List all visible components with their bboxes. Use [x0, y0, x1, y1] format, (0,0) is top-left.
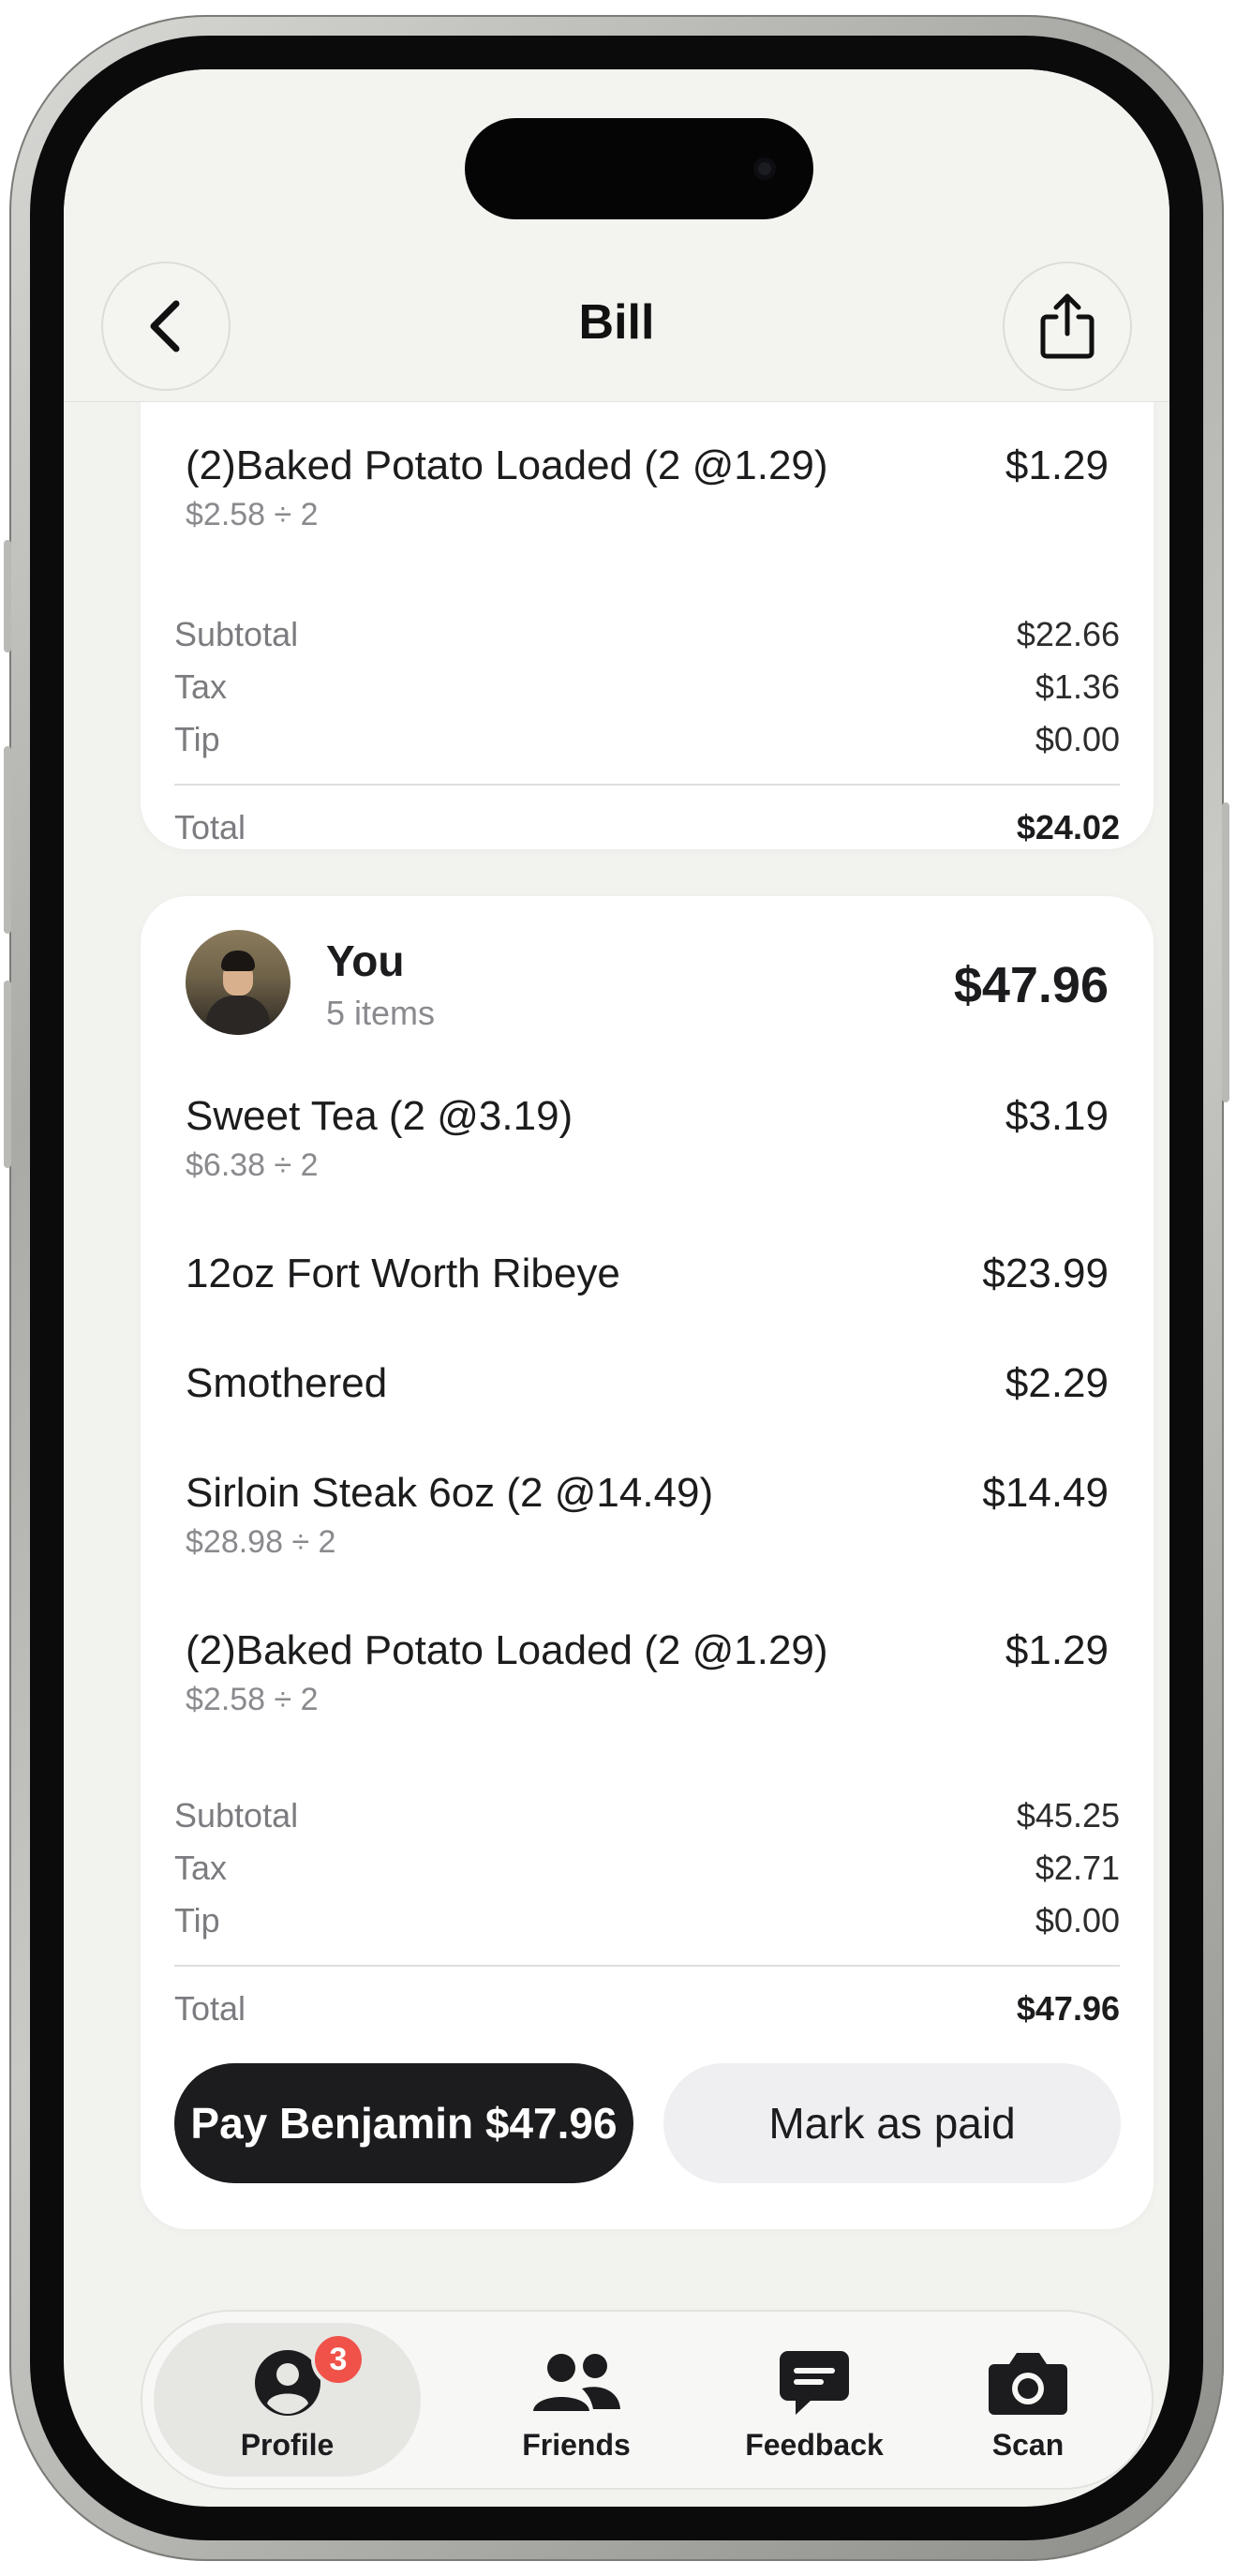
tab-friends[interactable]: Friends — [459, 2323, 693, 2477]
mark-as-paid-button[interactable]: Mark as paid — [663, 2063, 1121, 2183]
item-price: $1.29 — [1005, 1627, 1109, 1673]
volume-down-button — [4, 981, 11, 1168]
item-count: 5 items — [326, 994, 436, 1032]
tab-label: Profile — [240, 2428, 335, 2462]
subtotal-row: Subtotal $45.25 — [174, 1796, 1120, 1835]
subtotal-row: Subtotal $22.66 — [174, 615, 1120, 653]
item-split: $28.98 ÷ 2 — [186, 1524, 336, 1560]
tab-scan[interactable]: Scan — [911, 2323, 1145, 2477]
tip-row: Tip $0.00 — [174, 720, 1120, 758]
list-item[interactable]: Smothered $2.29 — [186, 1360, 1109, 1407]
avatar — [186, 930, 290, 1035]
tab-profile[interactable]: Profile 3 — [154, 2323, 421, 2477]
item-name: (2)Baked Potato Loaded (2 @1.29) — [186, 442, 828, 488]
divider — [174, 784, 1120, 786]
list-item[interactable]: Sweet Tea (2 @3.19) $3.19 $6.38 ÷ 2 — [186, 1093, 1109, 1184]
tab-feedback[interactable]: Feedback — [697, 2323, 931, 2477]
bezel: Bill (2)Baked Potato Loaded (2 @1.29) $1… — [30, 36, 1203, 2540]
tab-label: Friends — [522, 2428, 631, 2462]
divider — [174, 1965, 1120, 1967]
item-price: $2.29 — [1005, 1360, 1109, 1406]
notification-badge: 3 — [311, 2332, 365, 2387]
camera-lens-icon — [753, 157, 776, 180]
total-row: Total $47.96 — [174, 1989, 1120, 2028]
people-icon — [533, 2354, 620, 2411]
volume-up-button — [4, 746, 11, 934]
tab-bar: Profile 3 Friends Feedback Scan — [141, 2310, 1154, 2490]
person-bill-card: (2)Baked Potato Loaded (2 @1.29) $1.29 $… — [141, 351, 1154, 849]
total-row: Total $24.02 — [174, 808, 1120, 846]
tax-row: Tax $1.36 — [174, 667, 1120, 706]
message-icon — [780, 2351, 849, 2415]
item-price: $3.19 — [1005, 1093, 1109, 1139]
tax-row: Tax $2.71 — [174, 1849, 1120, 1887]
list-item[interactable]: (2)Baked Potato Loaded (2 @1.29) $1.29 $… — [186, 1627, 1109, 1718]
share-icon — [1040, 293, 1095, 359]
item-name: (2)Baked Potato Loaded (2 @1.29) — [186, 1627, 828, 1673]
tab-label: Scan — [991, 2428, 1065, 2462]
screen: Bill (2)Baked Potato Loaded (2 @1.29) $1… — [64, 69, 1169, 2507]
camera-icon — [989, 2353, 1067, 2415]
power-button — [1222, 802, 1229, 1102]
pay-button[interactable]: Pay Benjamin $47.96 — [174, 2063, 633, 2183]
person-name: You — [326, 936, 405, 985]
item-split: $2.58 ÷ 2 — [186, 497, 319, 532]
dynamic-island — [465, 118, 813, 219]
item-price: $1.29 — [1005, 442, 1109, 488]
item-name: Smothered — [186, 1360, 388, 1406]
action-button — [4, 540, 11, 652]
item-price: $14.49 — [982, 1470, 1109, 1516]
list-item[interactable]: Sirloin Steak 6oz (2 @14.49) $14.49 $28.… — [186, 1470, 1109, 1561]
list-item[interactable]: (2)Baked Potato Loaded (2 @1.29) $1.29 $… — [186, 442, 1109, 533]
item-split: $2.58 ÷ 2 — [186, 1682, 319, 1717]
item-name: 12oz Fort Worth Ribeye — [186, 1251, 620, 1296]
list-item[interactable]: 12oz Fort Worth Ribeye $23.99 — [186, 1251, 1109, 1297]
person-amount: $47.96 — [953, 957, 1109, 1013]
item-name: Sirloin Steak 6oz (2 @14.49) — [186, 1470, 714, 1516]
item-price: $23.99 — [982, 1251, 1109, 1296]
phone-frame: Bill (2)Baked Potato Loaded (2 @1.29) $1… — [4, 15, 1229, 2561]
tip-row: Tip $0.00 — [174, 1901, 1120, 1939]
your-bill-card: You 5 items $47.96 Sweet Tea (2 @3.19) $… — [141, 896, 1154, 2229]
share-button[interactable] — [1003, 262, 1132, 391]
item-split: $6.38 ÷ 2 — [186, 1147, 319, 1183]
item-name: Sweet Tea (2 @3.19) — [186, 1093, 573, 1139]
tab-label: Feedback — [745, 2428, 884, 2462]
